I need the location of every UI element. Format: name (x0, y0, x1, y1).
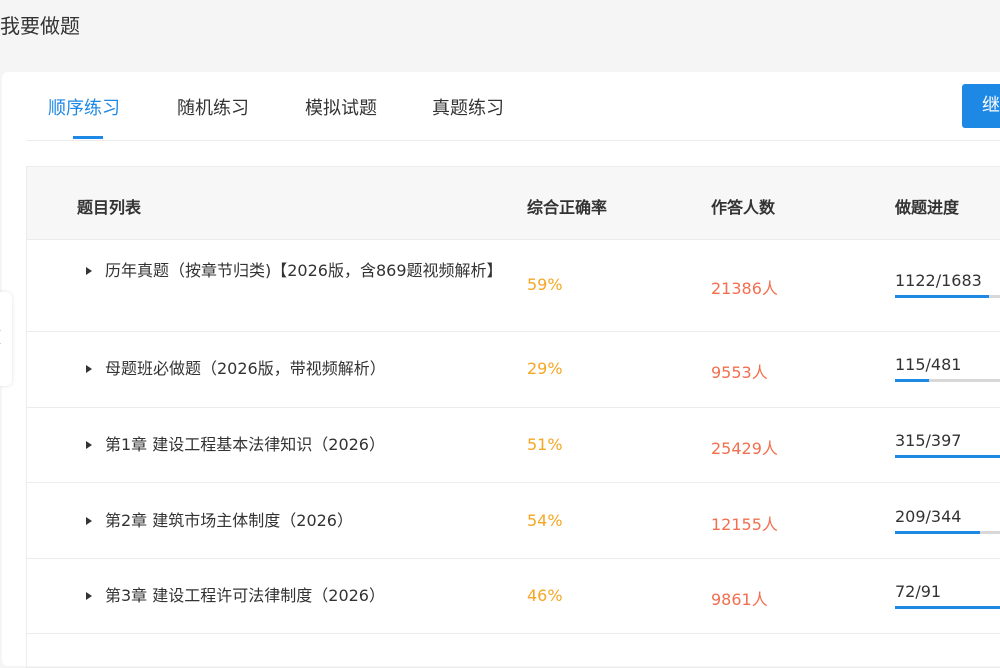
row-progress-text: 1122/1683 (895, 271, 982, 290)
table-header: 题目列表 综合正确率 作答人数 做题进度 (27, 167, 1000, 240)
row-accuracy: 54% (527, 511, 563, 530)
row-progress-text: 115/481 (895, 355, 962, 374)
header-list: 题目列表 (77, 198, 142, 217)
row-respondents: 21386人 (711, 279, 778, 298)
row-respondents: 9861人 (711, 590, 768, 609)
progress-fill (895, 295, 989, 298)
question-table: 题目列表 综合正确率 作答人数 做题进度 历年真题（按章节归类)【2026版，含… (26, 166, 1000, 668)
caret-right-icon[interactable] (86, 517, 92, 525)
practice-tabs: 顺序练习 随机练习 模拟试题 真题练习 (26, 72, 1000, 141)
chevron-left-icon (0, 329, 8, 345)
header-progress: 做题进度 (895, 198, 960, 217)
row-accuracy: 59% (527, 275, 563, 294)
progress-fill (895, 379, 929, 382)
continue-button[interactable]: 继 (962, 84, 1000, 128)
progress-fill (895, 606, 1000, 609)
row-progress-text: 72/91 (895, 582, 942, 601)
table-row[interactable]: 第3章 建设工程许可法律制度（2026） 46% 9861人 72/91 (27, 559, 1000, 634)
table-row[interactable]: 母题班必做题（2026版，带视频解析） 29% 9553人 115/481 (27, 332, 1000, 408)
tab-sequential[interactable]: 顺序练习 (48, 94, 120, 120)
row-respondents: 25429人 (711, 439, 778, 458)
row-title[interactable]: 第2章 建筑市场主体制度（2026） (105, 508, 353, 534)
header-accuracy: 综合正确率 (527, 198, 608, 217)
row-title[interactable]: 历年真题（按章节归类)【2026版，含869题视频解析】 (77, 258, 503, 284)
active-tab-indicator (73, 136, 103, 139)
progress-fill (895, 531, 981, 534)
caret-right-icon[interactable] (86, 365, 92, 373)
caret-right-icon[interactable] (86, 441, 92, 449)
tab-random[interactable]: 随机练习 (177, 94, 249, 120)
table-row[interactable]: 第2章 建筑市场主体制度（2026） 54% 12155人 209/344 (27, 483, 1000, 559)
row-respondents: 9553人 (711, 363, 768, 382)
row-title[interactable]: 母题班必做题（2026版，带视频解析） (105, 356, 386, 382)
row-progress-text: 315/397 (895, 431, 962, 450)
row-progress-bar (895, 379, 1000, 382)
row-respondents: 12155人 (711, 515, 778, 534)
row-progress-bar (895, 531, 1000, 534)
table-row[interactable]: 第1章 建设工程基本法律知识（2026） 51% 25429人 315/397 (27, 408, 1000, 483)
table-row[interactable]: 历年真题（按章节归类)【2026版，含869题视频解析】 59% 21386人 … (27, 240, 1000, 332)
page-title: 我要做题 (0, 14, 80, 38)
tab-mock-exam[interactable]: 模拟试题 (305, 94, 377, 120)
tab-past-exams[interactable]: 真题练习 (432, 94, 504, 120)
progress-fill (895, 455, 1000, 458)
row-progress-text: 209/344 (895, 507, 962, 526)
row-accuracy: 29% (527, 359, 563, 378)
row-accuracy: 51% (527, 435, 563, 454)
side-collapse-tab[interactable] (0, 292, 12, 386)
caret-right-icon[interactable] (86, 592, 92, 600)
row-title[interactable]: 第3章 建设工程许可法律制度（2026） (105, 583, 385, 609)
row-progress-bar (895, 295, 1000, 298)
row-progress-bar (895, 606, 1000, 609)
row-title[interactable]: 第1章 建设工程基本法律知识（2026） (105, 432, 385, 458)
row-accuracy: 46% (527, 586, 563, 605)
header-respondents: 作答人数 (711, 198, 776, 217)
row-progress-bar (895, 455, 1000, 458)
